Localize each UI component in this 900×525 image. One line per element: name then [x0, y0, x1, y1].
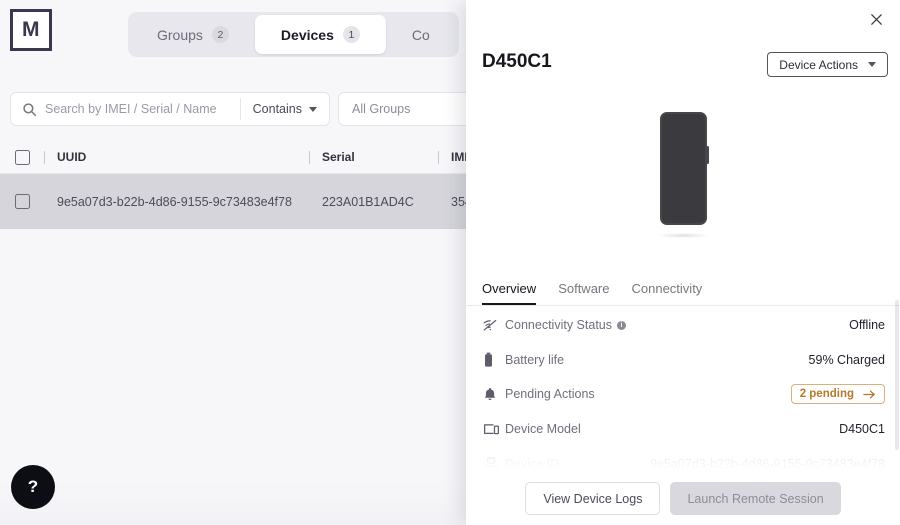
drawer-footer: View Device Logs Launch Remote Session: [466, 472, 900, 525]
detail-label-text: Pending Actions: [505, 387, 595, 402]
tab-configurations-label: Co: [411, 26, 430, 43]
pending-actions-count: 2 pending: [799, 388, 854, 401]
cell-uuid: 9e5a07d3-b22b-4d86-9155-9c73483e4f78: [57, 194, 292, 209]
search-container: Contains: [10, 92, 330, 126]
device-detail-drawer: D450C1 Device Actions Overview Software …: [466, 0, 900, 525]
detail-label-battery-life: Battery life: [505, 353, 809, 367]
drawer-title: D450C1: [482, 51, 552, 72]
view-device-logs-button[interactable]: View Device Logs: [525, 482, 661, 515]
detail-value-device-model: D450C1: [839, 422, 885, 437]
group-filter-label: All Groups: [352, 102, 411, 116]
detail-label-pending-actions: Pending Actions: [505, 387, 791, 401]
device-image: [466, 112, 900, 260]
help-button[interactable]: ?: [11, 465, 55, 509]
drawer-tab-group: Overview Software Connectivity: [466, 272, 900, 306]
detail-value-device-id: 9e5a07d3-b22b-4d86-9155-9c73483e4f78: [650, 456, 885, 471]
app-logo[interactable]: M: [10, 9, 52, 51]
bell-icon: [483, 387, 505, 402]
tab-devices[interactable]: Devices 1: [254, 15, 386, 54]
detail-label-device-model: Device Model: [505, 422, 839, 436]
detail-row-device-model: Device Model D450C1: [466, 412, 900, 447]
chevron-down-icon: [309, 106, 317, 112]
logo-letter: M: [22, 18, 40, 41]
launch-remote-session-button: Launch Remote Session: [670, 482, 841, 515]
tab-devices-badge: 1: [342, 26, 360, 43]
tab-connectivity-label: Connectivity: [631, 281, 703, 296]
detail-row-pending-actions: Pending Actions 2 pending: [466, 377, 900, 412]
tab-groups[interactable]: Groups 2: [131, 15, 255, 54]
app-root: M Groups 2 Devices 1 Co Search by IMEI /…: [0, 0, 900, 525]
tab-overview-label: Overview: [482, 281, 537, 296]
device-id-icon: [483, 457, 505, 471]
wifi-off-icon: [483, 319, 505, 332]
chevron-down-icon: [868, 62, 876, 67]
detail-label-text: Device ID: [505, 456, 560, 471]
info-icon[interactable]: i: [617, 320, 626, 330]
phone-shadow: [657, 233, 709, 238]
pending-actions-badge[interactable]: 2 pending: [790, 384, 885, 405]
tab-groups-badge: 2: [211, 26, 229, 43]
detail-label-text: Battery life: [505, 352, 565, 367]
device-actions-button[interactable]: Device Actions: [767, 52, 888, 77]
detail-row-battery-life: Battery life 59% Charged: [466, 343, 900, 378]
drawer-scrollbar[interactable]: [895, 300, 899, 450]
tab-software-label: Software: [558, 281, 610, 296]
detail-label-text: Device Model: [505, 422, 581, 437]
close-icon[interactable]: [865, 8, 887, 30]
tab-overview[interactable]: Overview: [482, 272, 547, 305]
battery-icon: [483, 352, 505, 368]
devices-icon: [483, 423, 505, 436]
select-all-checkbox[interactable]: [14, 149, 30, 165]
column-header-serial[interactable]: Serial: [310, 150, 438, 164]
device-actions-label: Device Actions: [779, 57, 858, 72]
search-icon: [22, 102, 37, 117]
arrow-right-icon: [863, 390, 875, 399]
match-mode-label: Contains: [252, 102, 302, 116]
detail-value-connectivity-status: Offline: [849, 318, 885, 333]
detail-row-connectivity-status: Connectivity Status i Offline: [466, 308, 900, 343]
help-icon: ?: [27, 477, 39, 496]
cell-serial: 223A01B1AD4C: [322, 194, 414, 209]
main-tab-group: Groups 2 Devices 1 Co: [128, 12, 459, 57]
detail-label-device-id: Device ID: [505, 457, 650, 471]
detail-label-text: Connectivity Status: [505, 318, 612, 333]
tab-connectivity[interactable]: Connectivity: [621, 272, 714, 305]
phone-illustration: [659, 112, 709, 225]
row-checkbox[interactable]: [14, 194, 30, 209]
select-all-cell: [0, 149, 44, 165]
match-mode-dropdown[interactable]: Contains: [241, 93, 329, 125]
tab-configurations[interactable]: Co: [386, 15, 456, 54]
column-header-uuid[interactable]: UUID: [45, 150, 309, 164]
search-input[interactable]: [37, 102, 240, 116]
tab-devices-label: Devices: [280, 26, 334, 43]
detail-label-connectivity-status: Connectivity Status i: [505, 318, 849, 332]
detail-value-battery-life: 59% Charged: [808, 352, 885, 367]
tab-groups-label: Groups: [157, 26, 203, 43]
row-select-cell: [0, 194, 44, 209]
tab-software[interactable]: Software: [547, 272, 620, 305]
overview-detail-list: Connectivity Status i Offline Battery li…: [466, 308, 900, 478]
